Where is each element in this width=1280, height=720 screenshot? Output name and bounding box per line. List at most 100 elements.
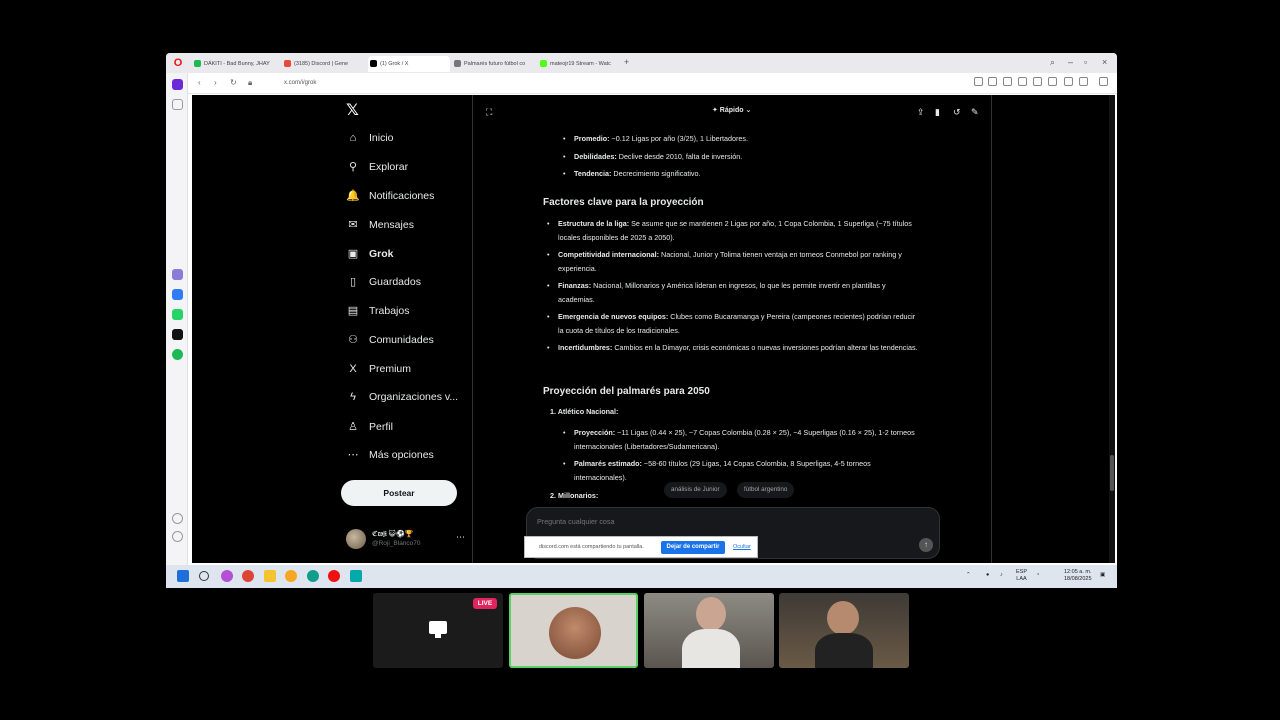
expand-icon[interactable]: ⛶: [486, 107, 492, 117]
reload-icon[interactable]: ↻: [230, 77, 237, 89]
aria-icon[interactable]: [172, 269, 183, 280]
sidebar-item-organizaciones[interactable]: ϟ Organizaciones v...: [346, 387, 458, 407]
sidebar-item-inicio[interactable]: ⌂ Inicio: [346, 128, 394, 148]
search-icon[interactable]: ⌕: [1050, 56, 1055, 68]
search-taskbar-icon[interactable]: [199, 571, 209, 581]
wallet-icon[interactable]: [1079, 77, 1088, 86]
clock[interactable]: 12:05 a. m. 18/08/2025: [1064, 569, 1092, 583]
network-icon[interactable]: ●: [986, 572, 989, 579]
star-icon[interactable]: [172, 99, 183, 110]
tab-grok[interactable]: (1) Grok / X: [368, 56, 450, 72]
heart-tool-icon[interactable]: [1033, 77, 1042, 86]
call-tile-participant[interactable]: [509, 593, 638, 668]
account-switcher[interactable]: ℭ𝔯𝔬𝔧𝔦 😺⚽🏆 @Roji_Blanco70 ⋯: [346, 527, 466, 551]
url-field[interactable]: x.com/i/grok: [284, 78, 316, 88]
bookmark-top-icon[interactable]: ▮: [935, 107, 940, 117]
new-chat-icon[interactable]: ✎: [971, 107, 979, 117]
chrome-canary-icon[interactable]: [285, 570, 297, 582]
opera-taskbar-icon[interactable]: [328, 570, 340, 582]
x-logo-icon[interactable]: 𝕏: [346, 100, 359, 120]
sidebar-item-notificaciones[interactable]: 🔔 Notificaciones: [346, 186, 434, 206]
sidebar-item-comunidades[interactable]: ⚇ Comunidades: [346, 330, 434, 350]
mail-icon: ✉: [348, 219, 358, 231]
suggestion-chip[interactable]: análisis de Junior: [664, 482, 727, 498]
tab-dakiti[interactable]: DÁKITI - Bad Bunny, JHAY: [192, 56, 274, 72]
app-icon[interactable]: [350, 570, 362, 582]
x-sidebar-icon[interactable]: [172, 329, 183, 340]
browser-window: O DÁKITI - Bad Bunny, JHAY (3185) Discor…: [166, 53, 1117, 588]
whatsapp-icon[interactable]: [172, 309, 183, 320]
minimize-icon[interactable]: –: [1068, 56, 1073, 68]
edge-icon[interactable]: [307, 570, 319, 582]
sidebar-item-perfil[interactable]: ♙ Perfil: [346, 417, 393, 437]
sidebar-item-premium[interactable]: X Premium: [346, 359, 411, 379]
address-bar: ‹ › ↻ 🔒︎ x.com/i/grok: [188, 73, 1117, 94]
sidebar-item-mensajes[interactable]: ✉ Mensajes: [346, 215, 414, 235]
spotify-sidebar-icon[interactable]: [172, 349, 183, 360]
folder-icon[interactable]: [264, 570, 276, 582]
play-icon[interactable]: [1018, 77, 1027, 86]
wifi-icon[interactable]: ◔: [1036, 572, 1039, 579]
copilot-icon[interactable]: [221, 570, 233, 582]
close-icon[interactable]: ×: [1102, 56, 1107, 68]
sidebar-item-mas-opciones[interactable]: ⋯ Más opciones: [346, 445, 434, 465]
windows-start-icon[interactable]: [177, 570, 189, 582]
windows-taskbar: ⌃ ● ♪ ESP LAA ◔ 12:05 a. m. 18/08/2025 ▣: [166, 565, 1117, 588]
list-item: Promedio: ~0.12 Ligas por año (3/25), 1 …: [563, 132, 954, 146]
opera-sidebar: [166, 73, 188, 588]
sidebar-item-explorar[interactable]: ⚲ Explorar: [346, 157, 408, 177]
share-icon[interactable]: ⇪: [917, 107, 925, 117]
mode-selector[interactable]: ✦ Rápido ⌄: [712, 106, 751, 114]
sidebar-item-guardados[interactable]: ▯ Guardados: [346, 272, 421, 292]
camera-icon[interactable]: [988, 77, 997, 86]
chevron-up-icon[interactable]: ⌃: [966, 572, 971, 579]
screen-share-icon: [429, 621, 447, 638]
divider: [991, 95, 992, 563]
tab-palmares[interactable]: Palmarés futuro fútbol co: [452, 56, 534, 72]
person-icon: ♙: [348, 421, 358, 433]
menu-tool-icon[interactable]: [1048, 77, 1057, 86]
hide-link[interactable]: Ocultar: [733, 544, 751, 550]
post-button[interactable]: Postear: [341, 480, 457, 506]
lock-icon: 🔒︎: [248, 78, 253, 87]
tab-kick-stream[interactable]: mateojr19 Stream - Watc: [538, 56, 620, 72]
participant-video: [827, 601, 859, 635]
chrome-icon[interactable]: [242, 570, 254, 582]
home-icon[interactable]: [172, 79, 183, 90]
call-tile-participant[interactable]: [779, 593, 909, 668]
list-item: Emergencia de nuevos equipos: Clubes com…: [547, 310, 922, 337]
send-button[interactable]: ↑: [919, 538, 933, 552]
sidebar-item-trabajos[interactable]: ▤ Trabajos: [346, 301, 410, 321]
tool-icon-1[interactable]: [974, 77, 983, 86]
history-icon[interactable]: [172, 531, 183, 542]
new-tab-button[interactable]: +: [624, 57, 629, 67]
call-tile-participant[interactable]: [644, 593, 774, 668]
briefcase-icon: ▤: [347, 305, 359, 317]
participant-video: [549, 607, 601, 659]
sidebar-item-grok[interactable]: ▣ Grok: [346, 244, 394, 264]
restore-icon[interactable]: ▫: [1084, 56, 1087, 68]
numbered-item: 1. Atlético Nacional:: [550, 407, 619, 416]
more-icon[interactable]: ⋯: [456, 532, 465, 543]
volume-icon[interactable]: ♪: [1000, 572, 1003, 579]
tab-discord[interactable]: (3185) Discord | Gene: [282, 56, 364, 72]
messenger-icon[interactable]: [172, 289, 183, 300]
language-indicator[interactable]: ESP LAA: [1016, 569, 1027, 583]
history-top-icon[interactable]: ↺: [953, 107, 961, 117]
heart-icon[interactable]: [172, 513, 183, 524]
download-icon[interactable]: [1064, 77, 1073, 86]
notification-icon[interactable]: ▣: [1100, 572, 1105, 579]
forward-icon[interactable]: ›: [214, 77, 217, 89]
grok-icon: ▣: [347, 248, 359, 260]
scrollbar[interactable]: [1109, 95, 1115, 563]
scroll-thumb[interactable]: [1110, 455, 1114, 491]
settings-icon[interactable]: [1099, 77, 1108, 86]
suggestion-chip[interactable]: fútbol argentino: [737, 482, 795, 498]
lightning-icon: ϟ: [350, 391, 356, 403]
shield-icon[interactable]: [1003, 77, 1012, 86]
opera-logo-icon[interactable]: O: [172, 57, 184, 69]
kick-icon: [540, 60, 547, 67]
back-icon[interactable]: ‹: [198, 77, 201, 89]
stop-sharing-button[interactable]: Dejar de compartir: [661, 541, 725, 554]
x-page: 𝕏 ⌂ Inicio ⚲ Explorar 🔔 Notificaciones ✉ Men…: [192, 95, 1110, 563]
